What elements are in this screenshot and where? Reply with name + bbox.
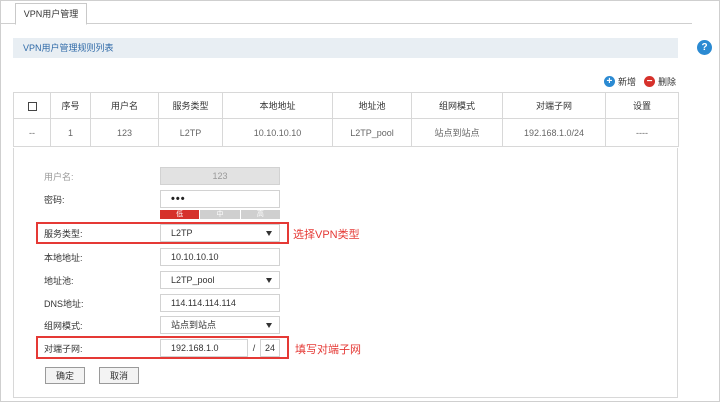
highlight-remote-subnet — [36, 336, 289, 359]
row-network-mode: 组网模式: 站点到站点 — [13, 316, 678, 338]
tab-vpn-user-management[interactable]: VPN用户管理 — [15, 3, 87, 25]
local-address-label: 本地地址: — [44, 253, 83, 263]
username-label: 用户名: — [44, 172, 74, 182]
strength-high: 高 — [240, 210, 280, 219]
network-mode-select[interactable]: 站点到站点 — [160, 316, 280, 334]
add-label: 新增 — [617, 76, 636, 87]
chevron-down-icon — [266, 323, 272, 328]
minus-icon: − — [643, 75, 655, 87]
password-label: 密码: — [44, 195, 65, 205]
row-local-address: 本地地址: 10.10.10.10 — [13, 248, 678, 270]
cell-service-type: L2TP — [158, 118, 223, 147]
highlight-service-type — [36, 222, 289, 244]
tab-bar: VPN用户管理 — [0, 0, 692, 25]
cell-username: 123 — [90, 118, 159, 147]
row-username: 用户名: 123 — [13, 167, 678, 189]
cell-index: 1 — [50, 118, 91, 147]
cell-settings[interactable]: ---- — [605, 118, 679, 147]
cancel-button[interactable]: 取消 — [99, 367, 139, 384]
cell-local-address: 10.10.10.10 — [222, 118, 333, 147]
address-pool-label: 地址池: — [44, 276, 74, 286]
cell-network-mode: 站点到站点 — [411, 118, 503, 147]
table-actions: + 新增 − 删除 — [603, 74, 676, 88]
row-password: 密码: ••• — [13, 190, 678, 212]
cell-address-pool: L2TP_pool — [332, 118, 412, 147]
row-address-pool: 地址池: L2TP_pool — [13, 271, 678, 293]
delete-label: 删除 — [657, 76, 676, 87]
annotation-vpn-type: 选择VPN类型 — [293, 229, 360, 241]
network-mode-label: 组网模式: — [44, 321, 83, 331]
address-pool-value: L2TP_pool — [171, 275, 215, 285]
plus-icon: + — [603, 75, 615, 87]
rules-table: 序号 用户名 服务类型 本地地址 地址池 组网模式 对端子网 设置 -- 1 1… — [13, 92, 679, 147]
help-icon[interactable]: ? — [697, 40, 712, 55]
chevron-down-icon — [266, 278, 272, 283]
header-select-all[interactable] — [13, 92, 51, 119]
table-row[interactable]: -- 1 123 L2TP 10.10.10.10 L2TP_pool 站点到站… — [13, 118, 679, 147]
header-network-mode: 组网模式 — [411, 92, 503, 119]
header-username: 用户名 — [90, 92, 159, 119]
strength-low: 低 — [160, 210, 200, 219]
password-field[interactable]: ••• — [160, 190, 280, 208]
header-remote-subnet: 对端子网 — [502, 92, 606, 119]
confirm-button[interactable]: 确定 — [45, 367, 85, 384]
local-address-field[interactable]: 10.10.10.10 — [160, 248, 280, 266]
cell-remote-subnet: 192.168.1.0/24 — [502, 118, 606, 147]
header-address-pool: 地址池 — [332, 92, 412, 119]
table-header-row: 序号 用户名 服务类型 本地地址 地址池 组网模式 对端子网 设置 — [13, 92, 679, 119]
annotation-subnet: 填写对端子网 — [295, 344, 361, 356]
header-service-type: 服务类型 — [158, 92, 223, 119]
delete-button[interactable]: − 删除 — [643, 75, 676, 88]
username-field: 123 — [160, 167, 280, 185]
section-title: VPN用户管理规则列表 — [13, 38, 678, 58]
add-button[interactable]: + 新增 — [603, 75, 636, 88]
password-strength-meter: 低 中 高 — [160, 210, 280, 219]
cell-select: -- — [13, 118, 51, 147]
address-pool-select[interactable]: L2TP_pool — [160, 271, 280, 289]
header-settings: 设置 — [605, 92, 679, 119]
dns-label: DNS地址: — [44, 299, 84, 309]
strength-mid: 中 — [200, 210, 240, 219]
select-all-checkbox[interactable] — [27, 101, 37, 111]
header-index: 序号 — [50, 92, 91, 119]
header-local-address: 本地地址 — [222, 92, 333, 119]
dns-field[interactable]: 114.114.114.114 — [160, 294, 280, 312]
network-mode-value: 站点到站点 — [171, 320, 217, 330]
row-dns: DNS地址: 114.114.114.114 — [13, 294, 678, 316]
